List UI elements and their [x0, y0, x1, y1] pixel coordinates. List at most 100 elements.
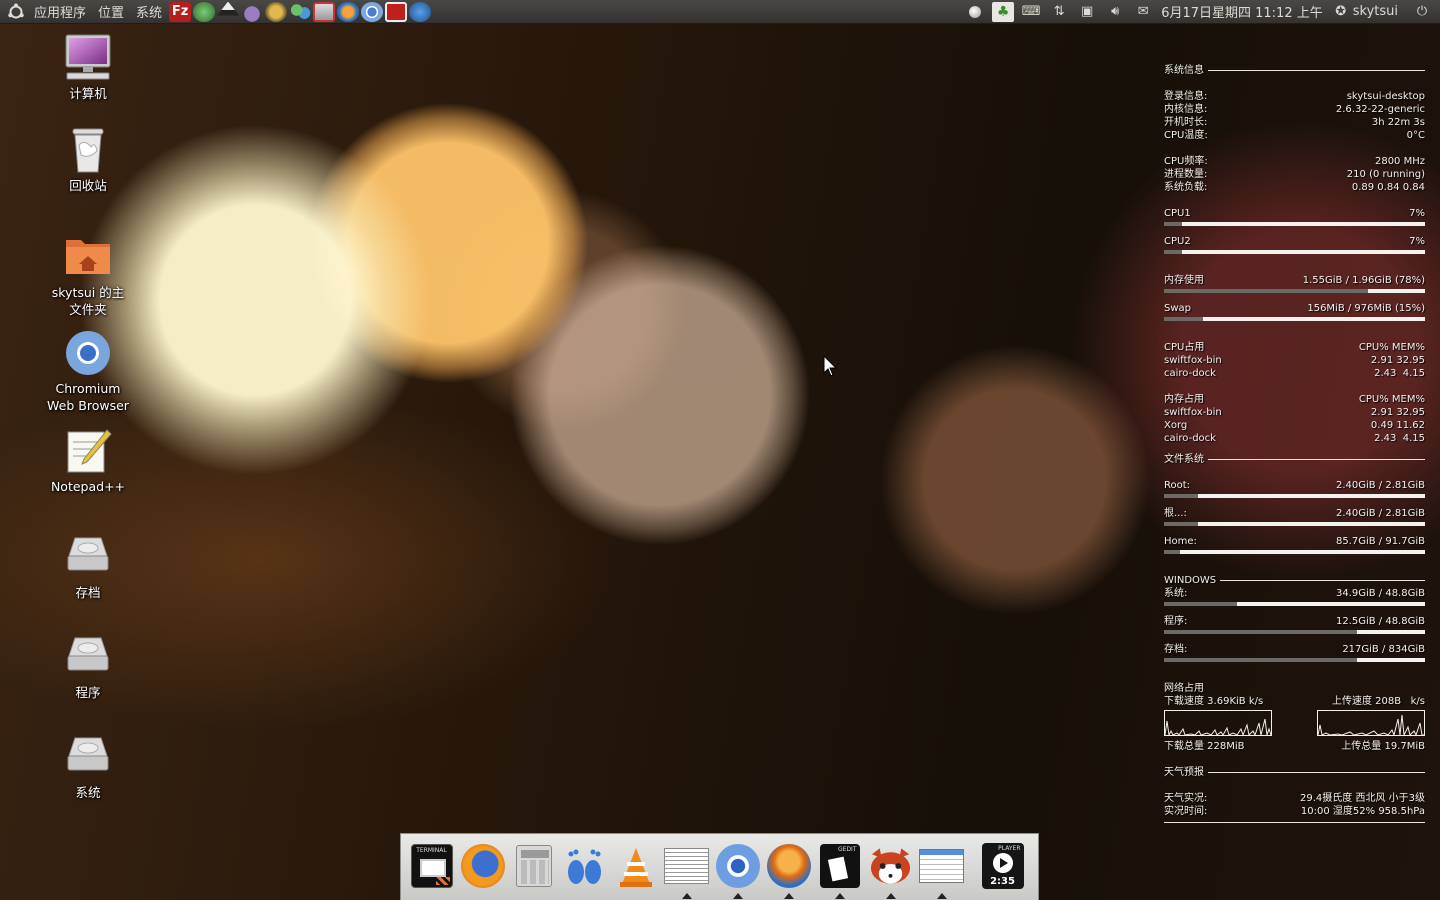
user-icon[interactable]: ✪	[1333, 2, 1349, 22]
fs-title: 文件系统	[1164, 454, 1204, 465]
desktop-icon-trash[interactable]: 回收站	[38, 125, 138, 194]
process-name: cairo-dock	[1164, 368, 1216, 379]
windows-title: WINDOWS	[1164, 575, 1217, 586]
mail-icon[interactable]: ✉	[1132, 2, 1154, 22]
running-indicator	[885, 893, 896, 899]
cpufreq-row: CPU频率: 2800 MHz	[1164, 155, 1425, 168]
login-row: 登录信息: skytsui-desktop	[1164, 90, 1425, 103]
user-status-icon[interactable]: ♣	[992, 1, 1015, 22]
process-value: 2.91 32.95	[1370, 407, 1425, 418]
dock: TERMINAL GEDIT PLAYER 2:35	[400, 833, 1039, 900]
sysinfo-title: 系统信息	[1164, 65, 1204, 76]
chromium-icon[interactable]	[715, 842, 760, 899]
screenshot-icon[interactable]	[313, 1, 336, 22]
process-value: 0.49 11.62	[1370, 420, 1425, 431]
win-name: 存档:	[1164, 644, 1188, 655]
media-player-icon[interactable]: PLAYER 2:35	[980, 842, 1025, 890]
mem-top-columns: CPU% MEM%	[1358, 394, 1425, 405]
cputemp-value: 0°C	[1406, 130, 1425, 141]
cpu1-value: 7%	[1409, 208, 1425, 219]
calculator-icon[interactable]	[511, 842, 556, 890]
download-graph	[1164, 710, 1272, 736]
ubuntu-logo-icon[interactable]	[4, 0, 28, 24]
cpufreq-label: CPU频率:	[1164, 156, 1208, 167]
swap-bar	[1164, 317, 1425, 321]
fs-bar	[1164, 550, 1425, 554]
weather-now-label: 天气实况:	[1164, 793, 1208, 804]
security-icon[interactable]: ▣	[1076, 2, 1098, 22]
fs-value: 2.40GiB / 2.81GiB	[1335, 508, 1425, 519]
fs-row: Home: 85.7GiB / 91.7GiB	[1164, 535, 1425, 548]
desktop-icon-notepad[interactable]: Notepad++	[38, 426, 138, 495]
fs-name: Home:	[1164, 536, 1197, 547]
inkscape-icon[interactable]	[217, 1, 240, 16]
text-editor-icon[interactable]	[664, 842, 709, 899]
fs-value: 85.7GiB / 91.7GiB	[1335, 536, 1425, 547]
terminal-icon[interactable]: TERMINAL	[409, 842, 454, 890]
desktop-icon-label: 系统	[75, 785, 101, 800]
fs-name: 根...:	[1164, 508, 1187, 519]
mem-top-title: 内存占用	[1164, 394, 1204, 405]
vlc-icon[interactable]	[613, 842, 658, 890]
process-value: 2.43 4.15	[1374, 368, 1425, 379]
net-graphs	[1164, 710, 1425, 736]
people-icon[interactable]	[289, 1, 312, 22]
redpanda-icon[interactable]	[868, 842, 913, 899]
desktop-icon-archive[interactable]: 存档	[38, 532, 138, 601]
keyboard-icon[interactable]: ⌨	[1020, 2, 1042, 22]
gimp-icon[interactable]	[265, 1, 288, 22]
volume-icon[interactable]: 🔊︎	[1104, 2, 1126, 22]
pidgin-icon[interactable]	[241, 1, 264, 22]
firefox-icon[interactable]	[460, 842, 505, 890]
desktop-icon-programs[interactable]: 程序	[38, 632, 138, 701]
weather-title: 天气预报	[1164, 767, 1204, 778]
swiftfox-icon[interactable]	[337, 1, 360, 22]
uptime-row: 开机时长: 3h 22m 3s	[1164, 116, 1425, 129]
desktop-icon-label: skytsui 的主文件夹	[51, 285, 125, 317]
update-icon[interactable]	[409, 1, 432, 22]
gnome-foot-icon[interactable]	[562, 842, 607, 890]
win-row: 程序: 12.5GiB / 48.8GiB	[1164, 615, 1425, 628]
login-label: 登录信息:	[1164, 91, 1208, 102]
clock[interactable]: 6月17日星期四 11:12 上午	[1157, 2, 1331, 21]
media-player-icon[interactable]	[193, 1, 216, 22]
power-icon[interactable]: ⏻	[1411, 2, 1433, 22]
player-caption: PLAYER	[998, 845, 1021, 852]
cputemp-row: CPU温度: 0°C	[1164, 129, 1425, 142]
terminal-red-icon[interactable]	[385, 1, 408, 22]
procs-row: 进程数量: 210 (0 running)	[1164, 168, 1425, 181]
desktop-icon-computer[interactable]: 计算机	[38, 33, 138, 102]
file-manager-icon[interactable]	[919, 842, 964, 899]
desktop-icon-system[interactable]: 系统	[38, 732, 138, 801]
menu-applications[interactable]: 应用程序	[28, 2, 92, 21]
desktop-icon-chromium[interactable]: Chromium Web Browser	[38, 328, 138, 414]
desktop-icon-label: 存档	[75, 585, 101, 600]
chromium-icon[interactable]	[361, 1, 384, 22]
gedit-icon[interactable]: GEDIT	[817, 842, 862, 899]
cpu-top-title: CPU占用	[1164, 342, 1205, 353]
uptime-label: 开机时长:	[1164, 117, 1208, 128]
kernel-row: 内核信息: 2.6.32-22-generic	[1164, 103, 1425, 116]
cpu2-label: CPU2	[1164, 236, 1191, 247]
cputemp-label: CPU温度:	[1164, 130, 1208, 141]
process-value: 2.91 32.95	[1370, 355, 1425, 366]
win-row: 存档: 217GiB / 834GiB	[1164, 643, 1425, 656]
user-name[interactable]: skytsui	[1351, 4, 1408, 19]
network-icon[interactable]	[964, 2, 986, 22]
process-row: cairo-dock 2.43 4.15	[1164, 367, 1425, 380]
sysinfo-header: 系统信息	[1164, 64, 1425, 77]
filezilla-icon[interactable]: Fz	[169, 1, 192, 22]
menu-places[interactable]: 位置	[92, 2, 130, 21]
panel-left: 应用程序 位置 系统 Fz	[0, 0, 432, 24]
top-panel: 应用程序 位置 系统 Fz ♣ ⌨ ⇅ ▣ 🔊︎ ✉ 6月17日星期四 11:1…	[0, 0, 1440, 24]
mem-row: 内存使用 1.55GiB / 1.96GiB (78%)	[1164, 274, 1425, 287]
up-speed: 上传速度 208B k/s	[1331, 696, 1425, 707]
swiftfox-icon[interactable]	[766, 842, 811, 899]
weather-divider	[1164, 822, 1425, 823]
net-total-row: 下载总量 228MiB 上传总量 19.7MiB	[1164, 740, 1425, 753]
menu-system[interactable]: 系统	[130, 2, 168, 21]
drive-icon	[63, 732, 113, 782]
transfer-icon[interactable]: ⇅	[1048, 2, 1070, 22]
terminal-caption: TERMINAL	[416, 847, 447, 854]
desktop-icon-home[interactable]: skytsui 的主文件夹	[38, 232, 138, 318]
